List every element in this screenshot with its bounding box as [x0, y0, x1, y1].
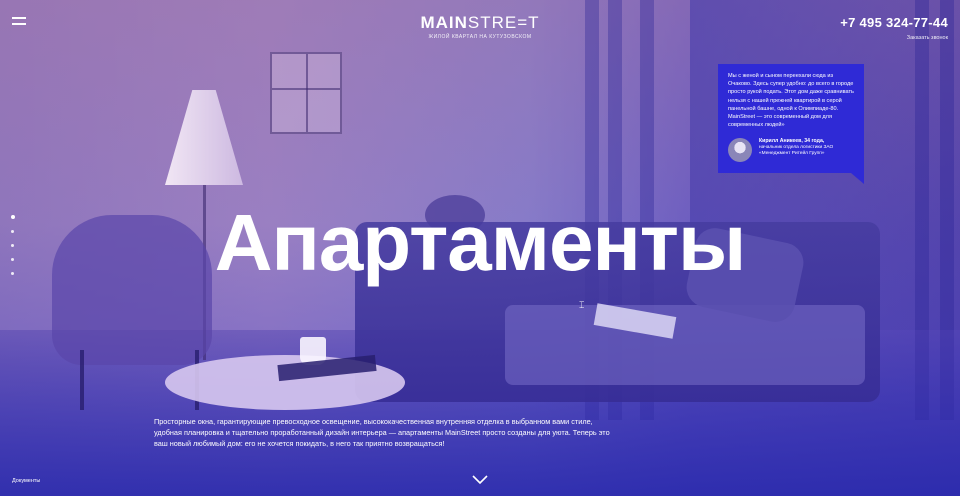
callback-link[interactable]: Заказать звонок: [840, 35, 948, 41]
author-role: начальник отдела логистики ЗАО «Менеджме…: [759, 144, 834, 157]
logo-secondary: STRE=T: [467, 13, 540, 32]
logo-subtitle: ЖИЛОЙ КВАРТАЛ НА КУТУЗОВСКОМ: [428, 34, 532, 40]
site-logo[interactable]: MAINSTRE=T ЖИЛОЙ КВАРТАЛ НА КУТУЗОВСКОМ: [0, 14, 960, 41]
logo-main: MAIN: [420, 13, 468, 32]
testimonial-author: Кирилл Аникеев, 34 года, начальник отдел…: [728, 138, 854, 163]
phone-number-link[interactable]: +7 495 324-77-44: [840, 15, 948, 30]
author-info: Кирилл Аникеев, 34 года, начальник отдел…: [759, 138, 854, 157]
chevron-down-icon[interactable]: [470, 472, 490, 486]
logo-title: MAINSTRE=T: [0, 14, 960, 32]
phone-block: +7 495 324-77-44 Заказать звонок: [840, 15, 948, 41]
page-title: Апартаменты: [214, 198, 747, 287]
documents-link[interactable]: Документы: [12, 478, 40, 484]
testimonial-text: Мы с женой и сыном переехали сюда из Оча…: [728, 73, 854, 129]
hero-description: Просторные окна, гарантирующие превосход…: [154, 417, 610, 448]
testimonial-tail: [851, 173, 864, 184]
testimonial-card: Мы с женой и сыном переехали сюда из Оча…: [718, 64, 864, 173]
avatar: [728, 138, 752, 163]
text-cursor-icon: ⌶: [579, 300, 585, 310]
